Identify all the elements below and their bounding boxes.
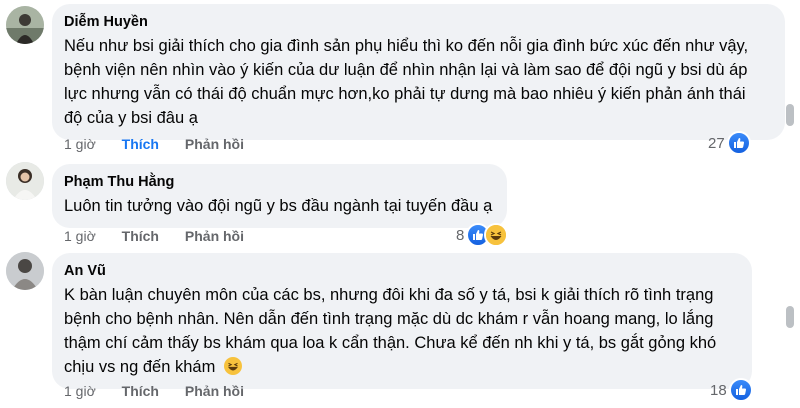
reaction-summary[interactable]: 18 xyxy=(710,378,753,402)
like-button[interactable]: Thích xyxy=(122,135,159,153)
reply-button[interactable]: Phản hồi xyxy=(185,382,244,400)
reply-button[interactable]: Phản hồi xyxy=(185,135,244,153)
reaction-summary[interactable]: 8 xyxy=(456,223,509,247)
reaction-count: 8 xyxy=(456,226,465,244)
scrollbar-thumb[interactable] xyxy=(786,306,794,328)
comment-text: Nếu như bsi giải thích cho gia đình sản … xyxy=(64,37,749,127)
scrollbar-thumb[interactable] xyxy=(786,104,794,126)
comment-author[interactable]: An Vũ xyxy=(64,261,738,281)
laughing-emoji-icon xyxy=(223,357,242,375)
comment-actions: 1 giờ Thích Phản hồi xyxy=(64,382,266,400)
comment-time[interactable]: 1 giờ xyxy=(64,227,96,245)
like-reaction-icon xyxy=(728,378,753,402)
comment-bubble: Diễm Huyền Nếu như bsi giải thích cho gi… xyxy=(52,4,785,140)
comment-author[interactable]: Diễm Huyền xyxy=(64,12,771,32)
comment-bubble: Phạm Thu Hằng Luôn tin tưởng vào đội ngũ… xyxy=(52,164,507,228)
like-reaction-icon xyxy=(726,131,751,155)
reaction-summary[interactable]: 27 xyxy=(708,131,751,155)
avatar[interactable] xyxy=(6,6,44,44)
comment-time[interactable]: 1 giờ xyxy=(64,135,96,153)
comment-text: K bàn luận chuyên môn của các bs, nhưng … xyxy=(64,283,736,379)
comment-author[interactable]: Phạm Thu Hằng xyxy=(64,172,493,192)
comment-time[interactable]: 1 giờ xyxy=(64,382,96,400)
comment-actions: 1 giờ Thích Phản hồi xyxy=(64,135,266,153)
comment-text: Luôn tin tưởng vào đội ngũ y bs đầu ngàn… xyxy=(64,197,493,215)
avatar[interactable] xyxy=(6,162,44,200)
comment-text-body: K bàn luận chuyên môn của các bs, nhưng … xyxy=(64,286,717,376)
avatar[interactable] xyxy=(6,252,44,290)
like-button[interactable]: Thích xyxy=(122,227,159,245)
reaction-count: 27 xyxy=(708,134,725,152)
haha-reaction-icon xyxy=(484,223,509,247)
like-button[interactable]: Thích xyxy=(122,382,159,400)
comment-bubble: An Vũ K bàn luận chuyên môn của các bs, … xyxy=(52,253,752,389)
comment-actions: 1 giờ Thích Phản hồi xyxy=(64,227,266,245)
reply-button[interactable]: Phản hồi xyxy=(185,227,244,245)
reaction-count: 18 xyxy=(710,381,727,399)
